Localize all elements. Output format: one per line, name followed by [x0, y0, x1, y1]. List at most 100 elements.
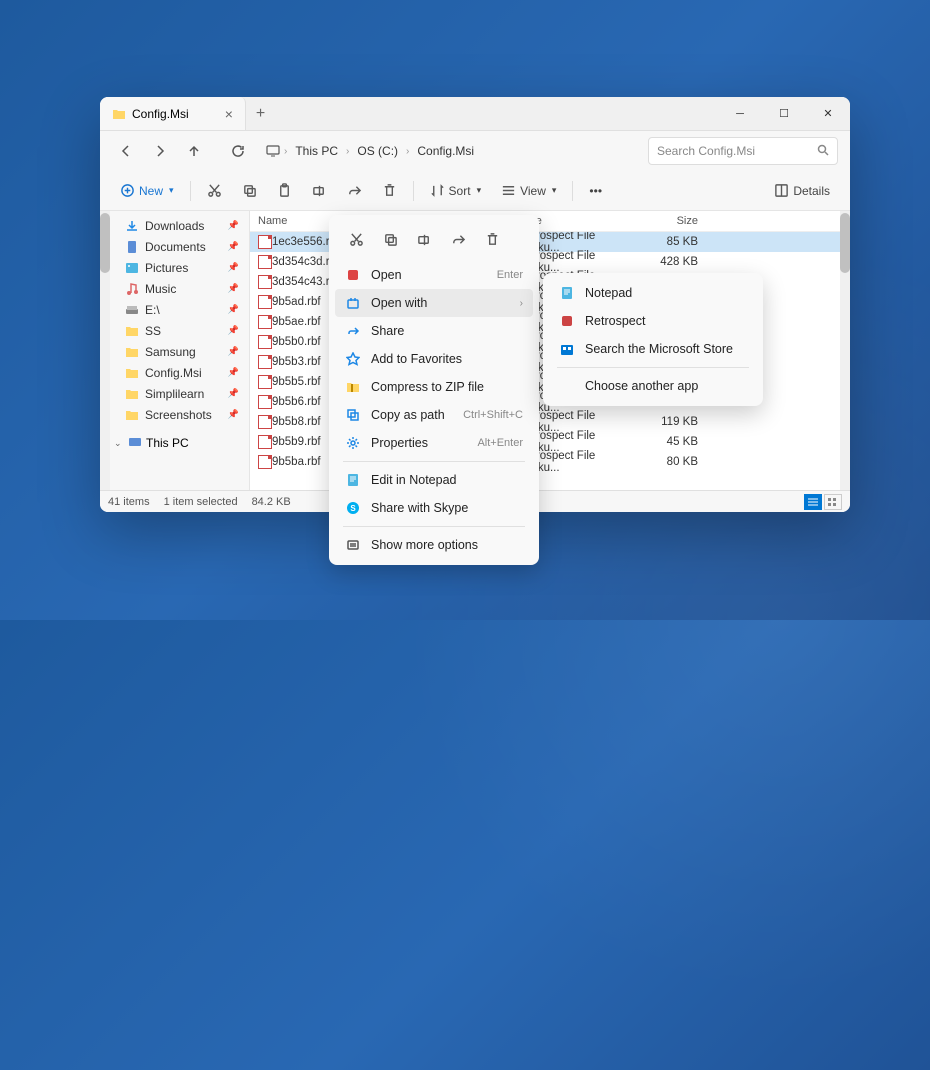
menu-item-share[interactable]: Share	[335, 317, 533, 345]
new-tab-button[interactable]: +	[246, 105, 275, 123]
chevron-right-icon: ›	[520, 298, 523, 309]
menu-item-chooseanotherapp[interactable]: Choose another app	[549, 372, 757, 400]
menu-item-showmoreoptions[interactable]: Show more options	[335, 531, 533, 559]
rbf-file-icon	[258, 335, 272, 349]
pic-icon	[124, 260, 139, 275]
main-scrollbar[interactable]	[840, 211, 850, 490]
sidebar-item-downloads[interactable]: Downloads📌	[110, 215, 249, 236]
doc-icon	[124, 239, 139, 254]
menu-item-editinnotepad[interactable]: Edit in Notepad	[335, 466, 533, 494]
rbf-file-icon	[258, 375, 272, 389]
up-button[interactable]	[180, 137, 208, 165]
sidebar-item-music[interactable]: Music📌	[110, 278, 249, 299]
tab-config[interactable]: Config.Msi ×	[100, 97, 246, 130]
props-icon	[345, 435, 361, 451]
pin-icon: 📌	[228, 409, 239, 420]
rename-button[interactable]	[304, 177, 335, 205]
toolbar: New▾ Sort▾ View▾ ••• Details	[100, 171, 850, 211]
ctx-share-button[interactable]	[443, 225, 473, 253]
maximize-button[interactable]: ☐	[762, 97, 806, 131]
pin-icon: 📌	[228, 241, 239, 252]
svg-text:S: S	[350, 504, 356, 513]
menu-item-compresstozipfile[interactable]: Compress to ZIP file	[335, 373, 533, 401]
menu-item-properties[interactable]: PropertiesAlt+Enter	[335, 429, 533, 457]
menu-item-copyaspath[interactable]: Copy as pathCtrl+Shift+C	[335, 401, 533, 429]
rbf-file-icon	[258, 315, 272, 329]
openwith-icon	[345, 295, 361, 311]
music-icon	[124, 281, 139, 296]
sidebar-scrollbar[interactable]	[100, 211, 110, 490]
ctx-cut-button[interactable]	[341, 225, 371, 253]
store-icon	[559, 341, 575, 357]
menu-item-openwith[interactable]: Open with›	[335, 289, 533, 317]
sidebar-item-screenshots[interactable]: Screenshots📌	[110, 404, 249, 425]
sidebar-item-simplilearn[interactable]: Simplilearn📌	[110, 383, 249, 404]
status-items: 41 items	[108, 496, 150, 508]
back-button[interactable]	[112, 137, 140, 165]
folder-icon	[124, 386, 139, 401]
download-icon	[124, 218, 139, 233]
paste-button[interactable]	[269, 177, 300, 205]
sidebar-item-e[interactable]: E:\📌	[110, 299, 249, 320]
ctx-delete-button[interactable]	[477, 225, 507, 253]
menu-item-retrospect[interactable]: Retrospect	[549, 307, 757, 335]
rbf-file-icon	[258, 275, 272, 289]
sidebar-item-ss[interactable]: SS📌	[110, 320, 249, 341]
more-icon	[345, 537, 361, 553]
details-button[interactable]: Details	[766, 177, 838, 205]
breadcrumb-thispc[interactable]: This PC	[291, 142, 342, 160]
ctx-copy-button[interactable]	[375, 225, 405, 253]
breadcrumb-configmsi[interactable]: Config.Msi	[413, 142, 478, 160]
sidebar: Downloads📌Documents📌Pictures📌Music📌E:\📌S…	[110, 211, 250, 490]
open-with-submenu: NotepadRetrospectSearch the Microsoft St…	[543, 273, 763, 406]
sidebar-thispc[interactable]: ⌄This PC	[110, 433, 249, 453]
context-quick-actions	[335, 221, 533, 261]
refresh-button[interactable]	[224, 137, 252, 165]
menu-item-notepad[interactable]: Notepad	[549, 279, 757, 307]
close-button[interactable]: ✕	[806, 97, 850, 131]
details-view-icon[interactable]	[804, 494, 822, 510]
rbf-file-icon	[258, 435, 272, 449]
search-placeholder: Search Config.Msi	[657, 144, 755, 158]
skype-icon: S	[345, 500, 361, 516]
menu-item-searchthemicrosoftstore[interactable]: Search the Microsoft Store	[549, 335, 757, 363]
star-icon	[345, 351, 361, 367]
rbf-file-icon	[258, 235, 272, 249]
share-button[interactable]	[339, 177, 370, 205]
tab-close-button[interactable]: ×	[225, 106, 233, 122]
minimize-button[interactable]: ─	[718, 97, 762, 131]
pin-icon: 📌	[228, 304, 239, 315]
delete-button[interactable]	[374, 177, 405, 205]
header-size[interactable]: Size	[638, 215, 698, 227]
sidebar-item-configmsi[interactable]: Config.Msi📌	[110, 362, 249, 383]
copy-button[interactable]	[234, 177, 265, 205]
menu-item-addtofavorites[interactable]: Add to Favorites	[335, 345, 533, 373]
more-button[interactable]: •••	[581, 177, 610, 205]
view-button[interactable]: View▾	[493, 177, 564, 205]
icons-view-icon[interactable]	[824, 494, 842, 510]
folder-icon	[112, 107, 126, 121]
share-icon	[345, 323, 361, 339]
pin-icon: 📌	[228, 367, 239, 378]
breadcrumb-osc[interactable]: OS (C:)	[353, 142, 402, 160]
menu-item-open[interactable]: OpenEnter	[335, 261, 533, 289]
titlebar: Config.Msi × + ─ ☐ ✕	[100, 97, 850, 131]
folder-icon	[124, 365, 139, 380]
sort-button[interactable]: Sort▾	[422, 177, 490, 205]
new-button[interactable]: New▾	[112, 177, 182, 205]
sidebar-item-pictures[interactable]: Pictures📌	[110, 257, 249, 278]
context-menu: OpenEnterOpen with›ShareAdd to Favorites…	[329, 215, 539, 565]
pin-icon: 📌	[228, 283, 239, 294]
forward-button[interactable]	[146, 137, 174, 165]
sidebar-item-documents[interactable]: Documents📌	[110, 236, 249, 257]
search-input[interactable]: Search Config.Msi	[648, 137, 838, 165]
menu-item-sharewithskype[interactable]: SShare with Skype	[335, 494, 533, 522]
sidebar-item-samsung[interactable]: Samsung📌	[110, 341, 249, 362]
retro-icon	[559, 313, 575, 329]
rbf-file-icon	[258, 355, 272, 369]
ctx-rename-button[interactable]	[409, 225, 439, 253]
address-bar: › This PC › OS (C:) › Config.Msi Search …	[100, 131, 850, 171]
status-size: 84.2 KB	[252, 496, 291, 508]
zip-icon	[345, 379, 361, 395]
cut-button[interactable]	[199, 177, 230, 205]
